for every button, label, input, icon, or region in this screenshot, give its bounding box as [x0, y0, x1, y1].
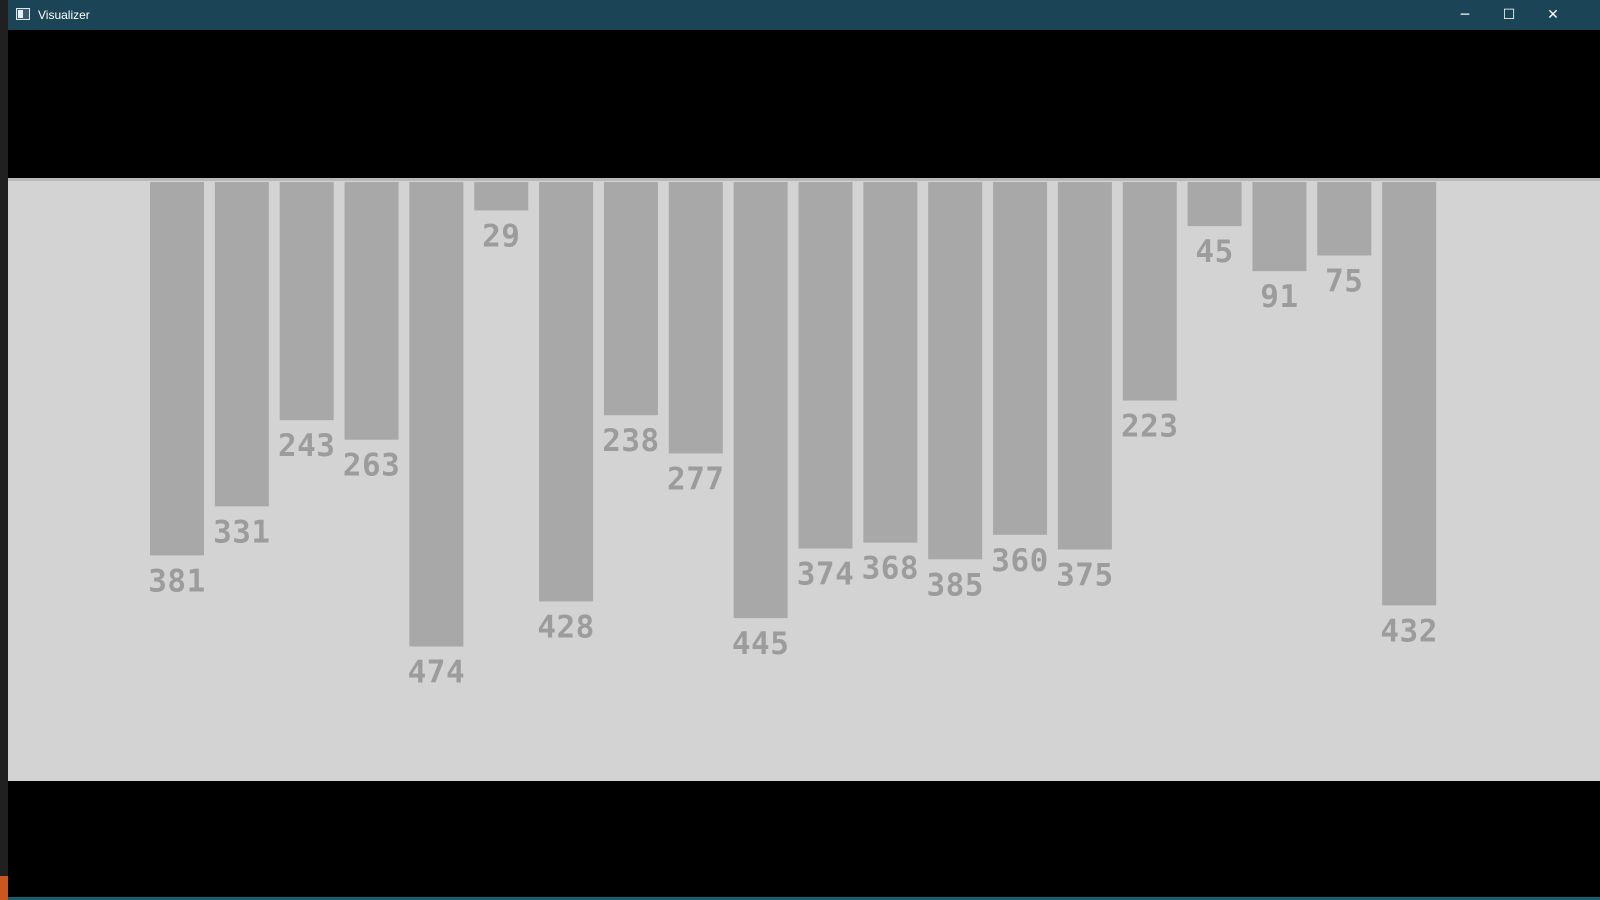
- bar-6: [474, 182, 529, 211]
- bar-label-8: 238: [602, 423, 660, 459]
- bar-5: [409, 182, 464, 647]
- desktop-edge: [0, 0, 8, 900]
- bar-20: [1382, 182, 1437, 606]
- bar-label-13: 385: [926, 567, 984, 603]
- bar-7: [539, 182, 594, 602]
- bar-label-18: 91: [1260, 279, 1298, 315]
- bar-14: [993, 182, 1048, 535]
- bar-label-15: 375: [1056, 558, 1114, 594]
- bar-19: [1317, 182, 1372, 256]
- bar-label-19: 75: [1325, 264, 1363, 300]
- bar-8: [603, 182, 658, 416]
- bar-label-9: 277: [667, 461, 725, 497]
- bar-11: [798, 182, 853, 549]
- title-bar[interactable]: Visualizer ─ ☐ ✕: [8, 0, 1600, 30]
- minimize-button[interactable]: ─: [1442, 0, 1488, 30]
- bar-18: [1252, 182, 1307, 272]
- bar-label-6: 29: [482, 218, 520, 254]
- close-button[interactable]: ✕: [1530, 0, 1576, 30]
- bar-label-3: 243: [278, 428, 336, 464]
- visualizer-panel: 381 331 243 263 474 29 428 238 277 445 374 368 385 36…: [8, 178, 1600, 781]
- maximize-button[interactable]: ☐: [1486, 0, 1532, 30]
- app-window-icon: [16, 8, 30, 20]
- bar-label-14: 360: [991, 543, 1049, 579]
- bar-label-5: 474: [408, 655, 466, 691]
- bar-label-16: 223: [1121, 409, 1179, 445]
- bar-16: [1122, 182, 1177, 401]
- bar-1: [150, 182, 204, 556]
- bar-10: [733, 182, 788, 619]
- bar-3: [279, 182, 334, 421]
- bar-label-11: 374: [797, 557, 855, 593]
- bar-4: [344, 182, 399, 440]
- bar-label-20: 432: [1380, 613, 1438, 649]
- bar-label-4: 263: [343, 448, 401, 484]
- bar-label-7: 428: [537, 609, 595, 645]
- bar-2: [214, 182, 269, 507]
- bar-15: [1057, 182, 1112, 550]
- desktop-accent: [0, 876, 8, 900]
- bar-13: [928, 182, 983, 560]
- visualizer-window: Visualizer ─ ☐ ✕ 381 331 243 263 474 29 428 238…: [8, 0, 1600, 900]
- window-title: Visualizer: [38, 8, 90, 22]
- bar-label-2: 331: [213, 514, 271, 550]
- bar-label-1: 381: [148, 563, 206, 599]
- bar-9: [668, 182, 723, 454]
- bar-17: [1187, 182, 1242, 227]
- bar-label-10: 445: [732, 626, 790, 662]
- bar-12: [863, 182, 918, 543]
- bar-chart: 381331 243263 474 29 428 238277 445374 368 38536…: [148, 182, 1438, 691]
- bar-label-12: 368: [862, 551, 920, 587]
- bar-label-17: 45: [1195, 234, 1233, 270]
